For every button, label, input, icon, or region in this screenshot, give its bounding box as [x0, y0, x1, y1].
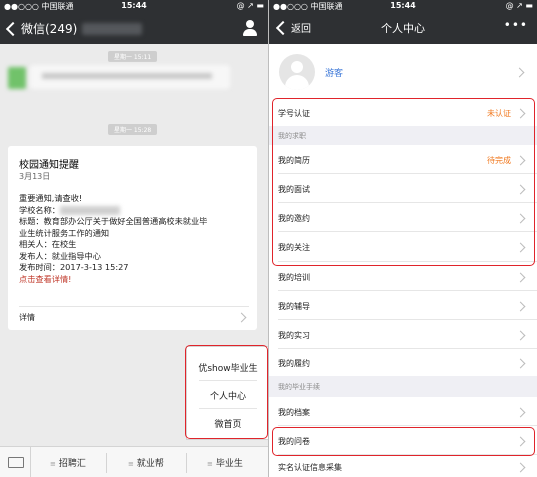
divider: [186, 453, 187, 473]
card-date: 3月13日: [19, 172, 51, 181]
chevron-right-icon: [515, 407, 526, 418]
menu-biyesheng[interactable]: ≡ 毕业生: [207, 456, 243, 469]
divider: [19, 306, 249, 307]
menu-zhaopinhui[interactable]: ≡ 招聘汇: [50, 456, 86, 469]
back-button[interactable]: 微信(249): [5, 20, 77, 37]
row-internship[interactable]: 我的实习: [269, 320, 537, 349]
person-icon[interactable]: [242, 20, 258, 36]
sender-avatar-blurred: [8, 67, 26, 89]
row-training[interactable]: 我的培训: [269, 262, 537, 291]
more-options-icon[interactable]: •••: [504, 18, 528, 32]
school-name-blurred: [59, 205, 120, 215]
row-label: 我的辅导: [278, 302, 310, 311]
status-bar: ●●○○○ 中国联通 15:44 @ ↗ ▬: [269, 0, 537, 12]
row-label: 我的实习: [278, 331, 310, 340]
row-label: 实名认证信息采集: [278, 463, 342, 472]
chevron-left-icon: [5, 21, 21, 36]
section-graduation: 我的毕业手续: [278, 383, 320, 391]
card-line: 发布时间：2017-3-13 15:27: [19, 262, 129, 272]
details-label[interactable]: 详情: [19, 312, 35, 323]
card-line: 重要通知,请查收!: [19, 193, 83, 203]
avatar: [279, 54, 315, 90]
chevron-right-icon: [514, 67, 525, 78]
menu-lines-icon: ≡: [128, 460, 134, 468]
profile-row[interactable]: 游客: [269, 44, 537, 100]
highlight-box: [272, 98, 535, 266]
card-line: 学校名称：: [19, 205, 251, 217]
page-title: 个人中心: [381, 22, 425, 35]
message-timestamp: 星期一 15:28: [108, 124, 158, 135]
chevron-right-icon: [515, 330, 526, 341]
card-line: 发布人：就业指导中心: [19, 250, 101, 261]
chevron-right-icon: [515, 358, 526, 369]
battery-indicator: @ ↗ ▬: [505, 1, 533, 10]
keyboard-icon[interactable]: [0, 447, 31, 477]
card-line: 标题：教育部办公厅关于做好全国普通高校未就业毕: [19, 216, 208, 226]
personal-center-screen: ●●○○○ 中国联通 15:44 @ ↗ ▬ 返回 个人中心 ••• 游客 学号…: [269, 0, 537, 477]
row-contract[interactable]: 我的履约: [269, 349, 537, 376]
highlight-box: [272, 427, 535, 456]
row-label: 我的档案: [278, 408, 310, 417]
row-label: 我的履约: [278, 359, 310, 368]
profile-name: 游客: [325, 69, 344, 79]
menu-lines-icon: ≡: [207, 460, 213, 468]
wechat-chat-screen: ●●○○○ 中国联通 15:44 @ ↗ ▬ 微信(249) 星期一 15:11…: [0, 0, 268, 477]
highlight-box: [185, 345, 268, 439]
chevron-right-icon: [515, 462, 526, 473]
card-line: 业生统计服务工作的通知: [19, 227, 110, 238]
status-time: 15:44: [121, 1, 147, 10]
card-line: 相关人：在校生: [19, 239, 77, 249]
battery-indicator: @ ↗ ▬: [236, 1, 264, 10]
view-details-link[interactable]: 点击查看详情!: [19, 274, 251, 286]
divider: [106, 453, 107, 473]
back-label: 微信(249): [21, 22, 78, 36]
row-coaching[interactable]: 我的辅导: [269, 291, 537, 320]
row-label: 我的培训: [278, 273, 310, 282]
card-body: 重要通知,请查收! 学校名称： 标题：教育部办公厅关于做好全国普通高校未就业毕 …: [19, 193, 251, 285]
card-title: 校园通知提醒: [19, 160, 79, 171]
status-bar: ●●○○○ 中国联通 15:44 @ ↗ ▬: [0, 0, 268, 12]
chevron-right-icon: [236, 312, 247, 323]
notification-card[interactable]: 校园通知提醒 3月13日 重要通知,请查收! 学校名称： 标题：教育部办公厅关于…: [8, 146, 257, 330]
screenshot: ●●○○○ 中国联通 15:44 @ ↗ ▬ 微信(249) 星期一 15:11…: [0, 0, 537, 477]
menu-jiuyebang[interactable]: ≡ 就业帮: [128, 456, 164, 469]
row-realname-info[interactable]: 实名认证信息采集: [269, 455, 537, 477]
chevron-right-icon: [515, 272, 526, 283]
chevron-right-icon: [515, 301, 526, 312]
status-time: 15:44: [390, 1, 416, 10]
message-bubble-blurred: [30, 65, 230, 89]
page-nav-bar: 返回 个人中心 •••: [269, 12, 537, 44]
chat-title-blurred: [82, 23, 142, 35]
chat-nav-bar: 微信(249): [0, 12, 268, 44]
row-archive[interactable]: 我的档案: [269, 397, 537, 426]
message-timestamp: 星期一 15:11: [108, 51, 158, 62]
menu-lines-icon: ≡: [50, 460, 56, 468]
bottom-menu-bar: ≡ 招聘汇 ≡ 就业帮 ≡ 毕业生: [0, 446, 268, 477]
